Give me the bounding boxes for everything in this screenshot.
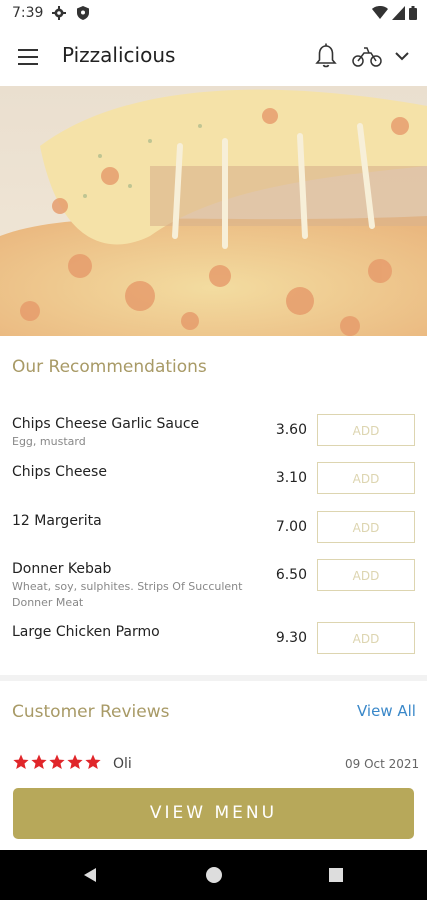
shield-icon xyxy=(77,6,89,20)
app-title: Pizzalicious xyxy=(62,43,176,67)
view-menu-button[interactable]: VIEW MENU xyxy=(13,788,414,839)
star-rating xyxy=(13,754,101,770)
app-bar: Pizzalicious xyxy=(0,28,427,86)
item-price: 9.30 xyxy=(275,630,307,646)
section-divider xyxy=(0,675,427,681)
item-description: Wheat, soy, sulphites. Strips Of Succule… xyxy=(12,580,243,609)
view-all-link[interactable]: View All xyxy=(357,702,416,720)
star-icon xyxy=(67,754,83,769)
reviews-title: Customer Reviews xyxy=(12,702,170,722)
item-name: Donner Kebab xyxy=(12,561,112,577)
item-price: 6.50 xyxy=(275,567,307,583)
status-bar: 7:39 xyxy=(0,0,427,28)
status-time: 7:39 xyxy=(12,5,44,21)
delivery-scooter-icon[interactable] xyxy=(352,44,382,68)
add-button[interactable]: ADD xyxy=(317,622,415,654)
star-icon xyxy=(49,754,65,769)
item-description: Egg, mustard xyxy=(12,435,86,448)
add-button[interactable]: ADD xyxy=(317,462,415,494)
signal-icon xyxy=(392,6,405,20)
hero-pizza-image xyxy=(0,86,427,336)
add-button[interactable]: ADD xyxy=(317,511,415,543)
review-author: Oli xyxy=(113,756,132,772)
wifi-icon xyxy=(372,6,388,19)
item-name: Chips Cheese Garlic Sauce xyxy=(12,416,200,432)
item-price: 7.00 xyxy=(275,519,307,535)
back-icon[interactable] xyxy=(82,867,98,883)
item-name: 12 Margerita xyxy=(12,513,102,529)
notification-bell-icon[interactable] xyxy=(312,42,340,70)
recent-apps-icon[interactable] xyxy=(329,868,343,882)
add-button[interactable]: ADD xyxy=(317,559,415,591)
system-nav-bar xyxy=(0,850,427,900)
add-button[interactable]: ADD xyxy=(317,414,415,446)
chevron-down-icon[interactable] xyxy=(392,46,412,66)
item-price: 3.10 xyxy=(275,470,307,486)
item-price: 3.60 xyxy=(275,422,307,438)
recommendations-title: Our Recommendations xyxy=(12,357,207,377)
star-icon xyxy=(13,754,29,769)
star-icon xyxy=(85,754,101,769)
menu-icon[interactable] xyxy=(14,44,42,70)
review-date: 09 Oct 2021 xyxy=(345,757,420,771)
item-name: Chips Cheese xyxy=(12,464,107,480)
settings-icon xyxy=(52,6,66,20)
item-name: Large Chicken Parmo xyxy=(12,624,160,640)
home-icon[interactable] xyxy=(206,867,222,883)
battery-icon xyxy=(409,6,417,20)
star-icon xyxy=(31,754,47,769)
